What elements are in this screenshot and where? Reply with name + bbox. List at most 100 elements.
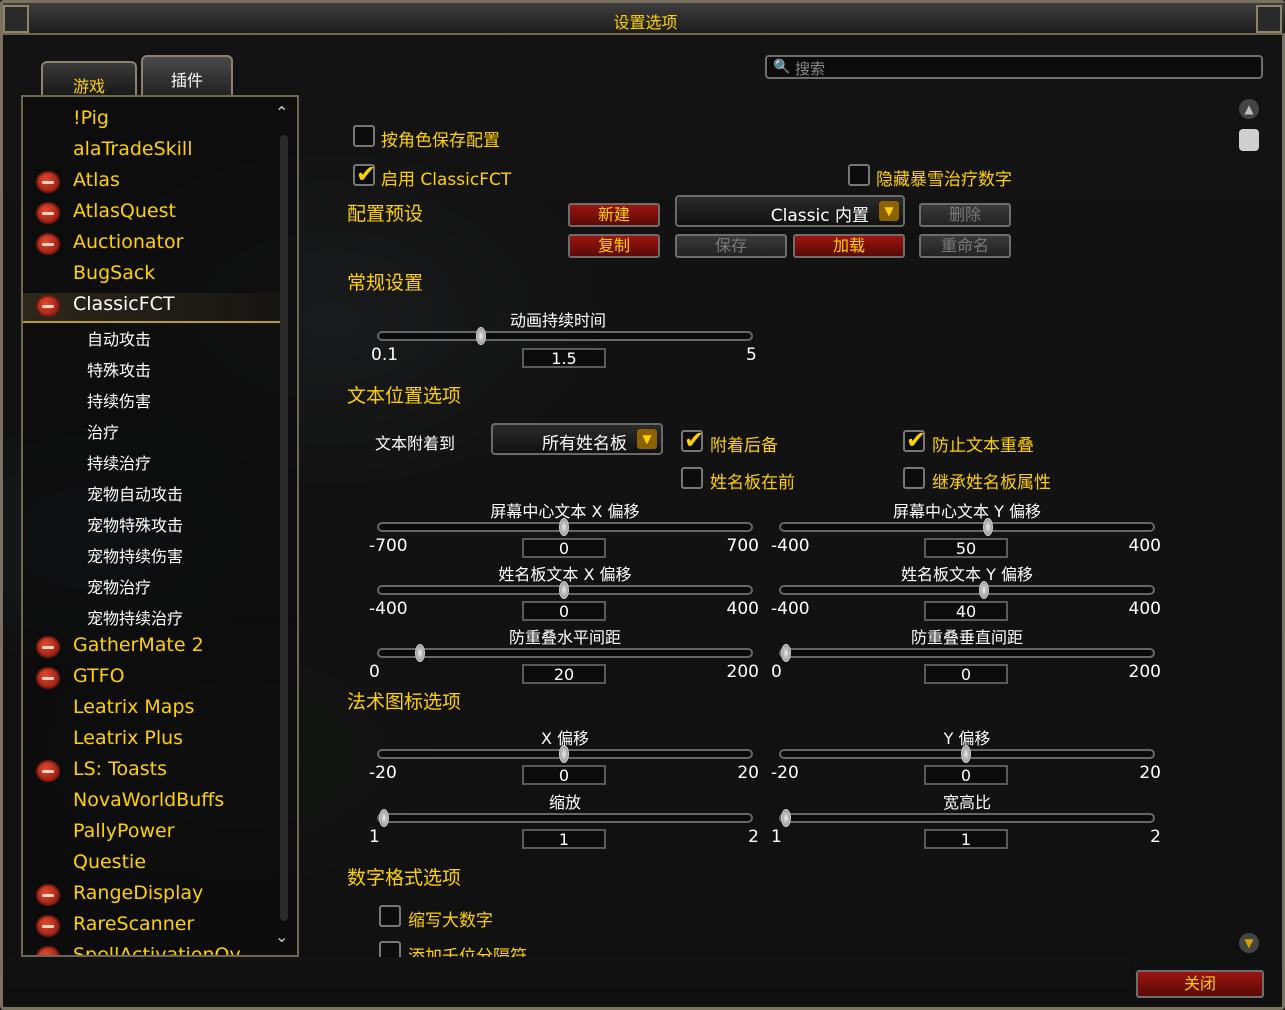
save-button[interactable]: 保存	[675, 234, 787, 258]
slider-track[interactable]	[779, 809, 1155, 827]
sidebar-subitem[interactable]: 宠物持续治疗	[87, 605, 183, 629]
preset-dropdown[interactable]: Classic 内置 ▼	[675, 195, 905, 227]
sidebar-item[interactable]: alaTradeSkill	[73, 138, 192, 160]
slider-track[interactable]	[377, 745, 753, 763]
sidebar-subitem[interactable]: 治疗	[87, 419, 119, 443]
collapse-icon[interactable]	[36, 946, 60, 955]
collapse-icon[interactable]	[36, 171, 60, 193]
sidebar-item[interactable]: PallyPower	[73, 820, 175, 842]
slider-thumb[interactable]	[982, 518, 993, 536]
sidebar-item[interactable]: GatherMate 2	[73, 634, 204, 656]
sidebar-item[interactable]: Questie	[73, 851, 146, 873]
sidebar-subitem[interactable]: 宠物持续伤害	[87, 543, 183, 567]
sidebar-item[interactable]: !Pig	[73, 107, 109, 129]
slider-value-box[interactable]: 1	[924, 829, 1008, 849]
slider-track[interactable]	[377, 581, 753, 599]
addon-list[interactable]: !Pig alaTradeSkill Atlas AtlasQuest Auctiona…	[21, 95, 299, 957]
sidebar-item[interactable]: RareScanner	[73, 913, 194, 935]
sidebar-item[interactable]: NovaWorldBuffs	[73, 789, 224, 811]
collapse-icon[interactable]	[36, 233, 60, 255]
sidebar-item[interactable]: Leatrix Plus	[73, 727, 183, 749]
slider-thumb[interactable]	[781, 809, 791, 827]
slider-value-box[interactable]: 0	[924, 664, 1008, 684]
sidebar-subitem[interactable]: 持续伤害	[87, 388, 151, 412]
slider-value-box[interactable]: 50	[924, 538, 1008, 558]
scroll-down-icon[interactable]: ⌄	[275, 927, 288, 946]
checkbox-inherit[interactable]	[903, 467, 925, 489]
sidebar-subitem[interactable]: 宠物治疗	[87, 574, 151, 598]
scroll-thumb[interactable]	[1239, 129, 1259, 151]
collapse-icon[interactable]	[36, 884, 60, 906]
slider-thumb[interactable]	[961, 745, 971, 763]
slider-thumb[interactable]	[379, 809, 389, 827]
tab-addons[interactable]: 插件	[141, 55, 233, 95]
scroll-up-icon[interactable]: ▲	[1239, 99, 1259, 119]
sidebar-item[interactable]: GTFO	[73, 665, 125, 687]
checkbox-save-per-char[interactable]	[353, 125, 375, 147]
slider-track[interactable]	[779, 581, 1155, 599]
sidebar-subitem[interactable]: 持续治疗	[87, 450, 151, 474]
slider-value-box[interactable]: 0	[522, 601, 606, 621]
slider-value-box[interactable]: 0	[522, 765, 606, 785]
collapse-icon[interactable]	[36, 915, 60, 937]
sidebar-subitem[interactable]: 宠物自动攻击	[87, 481, 183, 505]
slider-thumb[interactable]	[559, 581, 569, 599]
slider-value-box[interactable]: 0	[924, 765, 1008, 785]
checkbox-prevent-overlap[interactable]	[903, 426, 926, 454]
copy-button[interactable]: 复制	[568, 234, 660, 258]
slider-thumb[interactable]	[781, 644, 791, 662]
slider-value-box[interactable]: 1	[522, 829, 606, 849]
rename-button[interactable]: 重命名	[919, 234, 1011, 258]
sidebar-subitem[interactable]: 特殊攻击	[87, 357, 151, 381]
sidebar-item[interactable]: Auctionator	[73, 231, 183, 253]
delete-button[interactable]: 删除	[919, 203, 1011, 227]
sidebar-item[interactable]: BugSack	[73, 262, 155, 284]
slider-value-box[interactable]: 20	[522, 664, 606, 684]
slider-track[interactable]	[377, 518, 753, 536]
slider-thumb[interactable]	[979, 581, 989, 599]
collapse-icon[interactable]	[36, 295, 60, 317]
load-button[interactable]: 加载	[793, 234, 905, 258]
slider-track[interactable]	[779, 644, 1155, 662]
scroll-down-icon[interactable]: ▼	[1239, 933, 1259, 953]
slider-value-box[interactable]: 0	[522, 538, 606, 558]
sidebar-item[interactable]: SpellActivationOv	[73, 944, 241, 955]
slider-value-box[interactable]: 40	[924, 601, 1008, 621]
checkbox-abbrev[interactable]	[379, 905, 401, 927]
checkbox-attach-fallback[interactable]	[681, 426, 704, 454]
sidebar-item[interactable]: ClassicFCT	[73, 293, 175, 315]
checkbox-hide-crit-heal[interactable]	[848, 164, 870, 186]
slider-thumb[interactable]	[559, 745, 569, 763]
sidebar-subitem[interactable]: 自动攻击	[87, 326, 151, 350]
slider-thumb[interactable]	[559, 518, 569, 536]
checkbox-thousands[interactable]	[379, 941, 401, 957]
new-button[interactable]: 新建	[568, 203, 660, 227]
tab-game[interactable]: 游戏	[41, 61, 137, 96]
scroll-up-icon[interactable]: ⌃	[275, 103, 288, 122]
checkbox-enable[interactable]	[353, 160, 376, 188]
sidebar-item[interactable]: Atlas	[73, 169, 120, 191]
attach-dropdown[interactable]: 所有姓名板 ▼	[491, 423, 663, 455]
panel-scrollbar[interactable]: ▲ ▼	[1237, 95, 1263, 957]
sidebar-subitem[interactable]: 宠物特殊攻击	[87, 512, 183, 536]
anim-value-box[interactable]: 1.5	[522, 348, 606, 368]
collapse-icon[interactable]	[36, 760, 60, 782]
search-input[interactable]: 🔍 搜索	[765, 55, 1263, 79]
slider-track[interactable]	[779, 745, 1155, 763]
slider-thumb[interactable]	[476, 327, 487, 345]
checkbox-nameplate-front[interactable]	[681, 467, 703, 489]
collapse-icon[interactable]	[36, 636, 60, 658]
scrollbar-track[interactable]	[280, 135, 288, 921]
slider-track[interactable]	[779, 518, 1155, 536]
sidebar-item[interactable]: LS: Toasts	[73, 758, 167, 780]
slider-track[interactable]	[377, 809, 753, 827]
sidebar-item[interactable]: AtlasQuest	[73, 200, 176, 222]
close-button[interactable]: 关闭	[1136, 970, 1264, 998]
anim-duration-slider[interactable]	[377, 327, 753, 345]
sidebar-item[interactable]: RangeDisplay	[73, 882, 203, 904]
collapse-icon[interactable]	[36, 667, 60, 689]
title-bar[interactable]: 设置选项	[3, 3, 1285, 35]
collapse-icon[interactable]	[36, 202, 60, 224]
slider-thumb[interactable]	[415, 644, 425, 662]
slider-track[interactable]	[377, 644, 753, 662]
